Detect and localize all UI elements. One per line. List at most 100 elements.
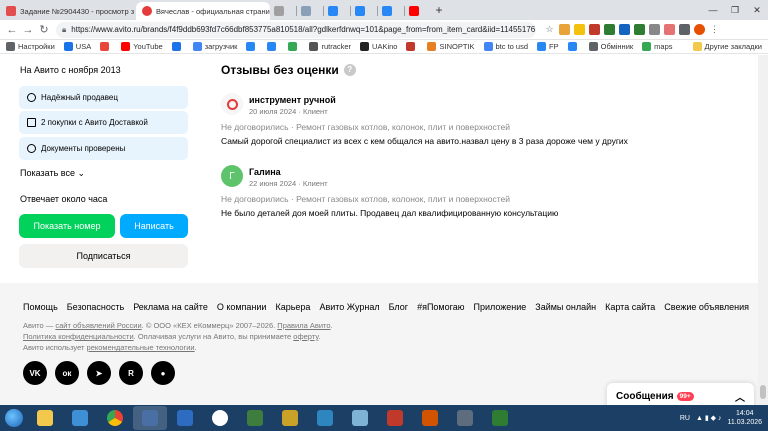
start-button[interactable] xyxy=(0,406,28,430)
footer-link[interactable]: Свежие объявления xyxy=(664,302,749,312)
bookmark-item[interactable]: USA xyxy=(63,42,91,51)
footer-link[interactable]: О компании xyxy=(217,302,267,312)
taskbar-app[interactable] xyxy=(413,406,447,430)
bookmark-item[interactable]: Обмінник xyxy=(588,42,633,51)
show-all-link[interactable]: Показать все ⌄ xyxy=(20,168,85,179)
footer-link[interactable]: Реклама на сайте xyxy=(133,302,208,312)
profile-avatar[interactable] xyxy=(694,24,705,35)
maximize-icon[interactable]: ❐ xyxy=(724,5,746,16)
bookmark-item[interactable] xyxy=(267,42,279,51)
review-author[interactable]: инструмент ручной xyxy=(249,95,336,105)
extensions-puzzle-icon[interactable] xyxy=(679,24,690,35)
show-number-button[interactable]: Показать номер xyxy=(19,214,115,238)
messages-widget[interactable]: Сообщения 99+ ︿ xyxy=(607,383,754,405)
telegram-icon[interactable]: ➤ xyxy=(87,361,111,385)
chevron-up-icon[interactable]: ︿ xyxy=(735,389,745,404)
bookmark-item[interactable] xyxy=(246,42,258,51)
bookmark-item[interactable]: SINOPTIK xyxy=(427,42,475,51)
bookmark-item[interactable] xyxy=(100,42,112,51)
menu-dots-icon[interactable]: ⋮ xyxy=(709,24,720,35)
offer-link[interactable]: оферту xyxy=(293,332,318,341)
write-button[interactable]: Написать xyxy=(120,214,188,238)
bookmark-item[interactable]: YouTube xyxy=(121,42,163,51)
help-icon[interactable]: ? xyxy=(343,64,356,76)
extension-icon[interactable] xyxy=(619,24,630,35)
bookmark-item[interactable] xyxy=(171,42,184,51)
footer-link[interactable]: Карта сайта xyxy=(605,302,655,312)
review-author[interactable]: Галина xyxy=(249,167,281,177)
forward-icon[interactable]: → xyxy=(20,24,36,36)
taskbar-yandex[interactable] xyxy=(203,406,237,430)
tray-icons[interactable]: ▲ ▮ ◆ ♪ xyxy=(696,414,722,422)
bookmark-item[interactable] xyxy=(406,42,418,51)
extension-icon[interactable] xyxy=(559,24,570,35)
extension-icon[interactable] xyxy=(649,24,660,35)
rutube-icon[interactable]: R xyxy=(119,361,143,385)
browser-tab-3[interactable] xyxy=(270,2,296,20)
footer-link[interactable]: Карьера xyxy=(275,302,310,312)
extension-icon[interactable] xyxy=(589,24,600,35)
browser-tab-5[interactable] xyxy=(324,2,350,20)
bookmark-item[interactable]: btc to usd xyxy=(483,42,528,51)
extension-icon[interactable] xyxy=(604,24,615,35)
browser-tab-2[interactable]: Вячеслав - официальная страни × xyxy=(136,2,270,20)
footer-link[interactable]: #яПомогаю xyxy=(417,302,464,312)
dzen-icon[interactable]: ● xyxy=(151,361,175,385)
taskbar-app[interactable] xyxy=(238,406,272,430)
browser-tab-6[interactable] xyxy=(351,2,377,20)
back-icon[interactable]: ← xyxy=(4,24,20,36)
taskbar-app[interactable] xyxy=(308,406,342,430)
bookmark-item[interactable]: FP xyxy=(537,42,559,51)
scrollbar-thumb[interactable] xyxy=(760,385,766,399)
extension-icon[interactable] xyxy=(664,24,675,35)
bookmark-item[interactable]: Настройки xyxy=(6,42,55,51)
taskbar-app[interactable] xyxy=(273,406,307,430)
bookmark-star-icon[interactable]: ☆ xyxy=(544,24,555,35)
taskbar-app[interactable] xyxy=(63,406,97,430)
footer-link[interactable]: Займы онлайн xyxy=(535,302,596,312)
language-indicator[interactable]: RU xyxy=(680,415,690,422)
other-bookmarks[interactable]: Другие закладки xyxy=(692,42,762,51)
browser-tab-7[interactable] xyxy=(378,2,404,20)
bookmark-item[interactable] xyxy=(567,42,580,51)
browser-tab-4[interactable] xyxy=(297,2,323,20)
footer-link[interactable]: Приложение xyxy=(473,302,526,312)
taskbar-app[interactable] xyxy=(343,406,377,430)
reload-icon[interactable]: ↻ xyxy=(36,23,52,36)
taskbar-app[interactable] xyxy=(133,406,167,430)
taskbar-app[interactable] xyxy=(483,406,517,430)
vk-icon[interactable]: VK xyxy=(23,361,47,385)
taskbar-chrome[interactable] xyxy=(98,406,132,430)
footer-link[interactable]: Безопасность xyxy=(67,302,124,312)
taskbar-explorer[interactable] xyxy=(28,406,62,430)
odnoklassniki-icon[interactable]: ок xyxy=(55,361,79,385)
taskbar-app[interactable] xyxy=(168,406,202,430)
footer-link[interactable]: Помощь xyxy=(23,302,58,312)
bookmark-favicon-icon xyxy=(267,42,277,51)
sites-link[interactable]: сайт объявлений России xyxy=(55,321,141,330)
taskbar-app[interactable] xyxy=(448,406,482,430)
badge-label: 2 покупки с Авито Доставкой xyxy=(41,118,148,127)
recommendation-tech-link[interactable]: рекомендательные технологии xyxy=(87,343,195,352)
bookmark-item[interactable]: UAKino xyxy=(360,42,397,51)
bookmark-item[interactable]: загрузчик xyxy=(192,42,237,51)
footer-link[interactable]: Блог xyxy=(389,302,408,312)
subscribe-button[interactable]: Подписаться xyxy=(19,244,188,268)
privacy-policy-link[interactable]: Политика конфиденциальности xyxy=(23,332,134,341)
clock[interactable]: 14:04 11.03.2026 xyxy=(727,409,762,427)
minimize-icon[interactable]: — xyxy=(702,5,724,15)
taskbar-app[interactable] xyxy=(378,406,412,430)
bookmark-item[interactable]: maps xyxy=(642,42,673,51)
address-bar[interactable]: 🔒︎ https://www.avito.ru/brands/f4f9ddb69… xyxy=(56,21,536,38)
bookmark-item[interactable]: rutracker xyxy=(309,42,351,51)
new-tab-button[interactable]: + xyxy=(431,2,447,20)
browser-tab-8[interactable] xyxy=(405,2,431,20)
close-window-icon[interactable]: ✕ xyxy=(746,5,768,16)
rules-link[interactable]: Правила Авито xyxy=(277,321,330,330)
bookmark-item[interactable] xyxy=(288,42,300,51)
extension-icon[interactable] xyxy=(634,24,645,35)
footer-link[interactable]: Авито Журнал xyxy=(319,302,379,312)
extension-icon[interactable] xyxy=(574,24,585,35)
page-scrollbar[interactable] xyxy=(758,55,768,405)
browser-tab-1[interactable]: Задание №2904430 - просмотр з × xyxy=(0,2,136,20)
